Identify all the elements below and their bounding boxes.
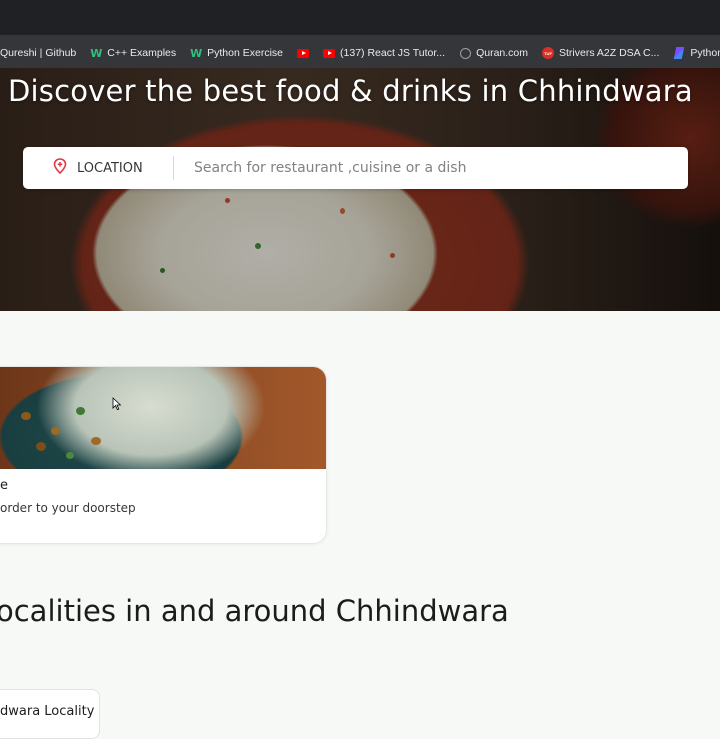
bookmark-python-examples[interactable]: Python Exan: [673, 47, 720, 59]
order-online-card[interactable]: [0, 366, 327, 544]
w3-icon: W: [90, 46, 103, 60]
tuf-icon: TUF: [542, 47, 554, 59]
youtube-icon: [297, 47, 310, 59]
bookmark-youtube[interactable]: [297, 47, 310, 59]
localities-heading: ocalities in and around Chhindwara: [0, 594, 509, 628]
bookmark-label: Quran.com: [476, 47, 528, 59]
bookmark-react-tutorial[interactable]: (137) React JS Tutor...: [323, 47, 445, 59]
hero-title: Discover the best food & drinks in Chhin…: [8, 74, 693, 108]
bookmark-label: Qureshi | Github: [0, 47, 77, 59]
bookmark-label: Python Exercise: [207, 47, 284, 59]
bookmark-github[interactable]: Qureshi | Github: [0, 47, 76, 59]
w3-icon: W: [190, 46, 203, 60]
location-label: LOCATION: [77, 160, 143, 176]
bookmark-cpp-examples[interactable]: W C++ Examples: [90, 46, 177, 60]
bookmark-python-exercise[interactable]: W Python Exercise: [190, 46, 284, 60]
bookmark-label: Strivers A2Z DSA C...: [559, 47, 660, 59]
bookmark-label: C++ Examples: [107, 47, 177, 59]
python-icon: [673, 47, 685, 59]
quran-icon: [459, 47, 471, 59]
search-input[interactable]: [192, 159, 688, 177]
bookmark-quran[interactable]: Quran.com: [459, 47, 528, 59]
locality-name: dwara Locality: [0, 704, 95, 719]
browser-title-bar: [0, 0, 720, 38]
bookmark-label: Python Exan: [690, 47, 720, 59]
location-selector[interactable]: LOCATION: [23, 158, 173, 178]
bookmark-label: (137) React JS Tutor...: [340, 47, 446, 59]
card-title: e: [0, 478, 8, 493]
bookmarks-bar: Qureshi | Github W C++ Examples W Python…: [0, 38, 720, 68]
mouse-cursor-icon: [112, 397, 122, 411]
food-image: [0, 367, 326, 469]
location-pin-icon: [53, 158, 67, 178]
card-subtitle: order to your doorstep: [0, 501, 136, 515]
search-divider: [173, 156, 174, 180]
youtube-icon: [323, 47, 336, 59]
search-bar: LOCATION: [23, 147, 688, 189]
bookmark-strivers[interactable]: TUF Strivers A2Z DSA C...: [542, 47, 659, 59]
